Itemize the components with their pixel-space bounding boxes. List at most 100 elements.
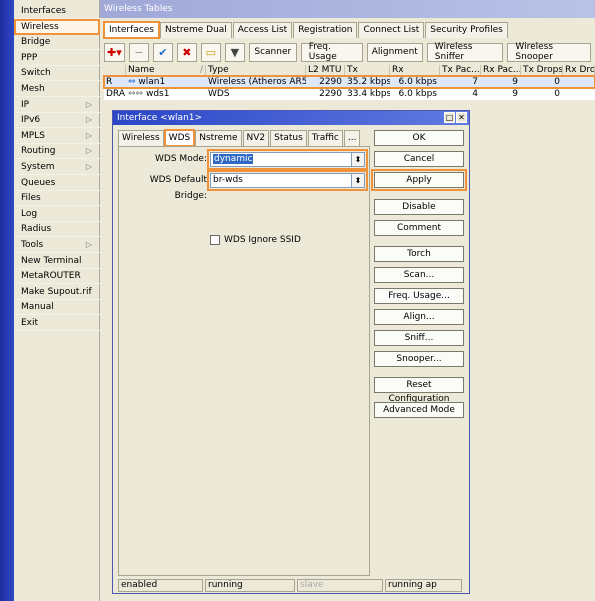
sidebar-item-bridge[interactable]: Bridge: [14, 34, 100, 51]
sidebar-item-radius[interactable]: Radius: [14, 221, 100, 238]
sidebar-item-metarouter[interactable]: MetaROUTER: [14, 268, 100, 285]
row-l2mtu: 2290: [319, 77, 342, 87]
tab-registration[interactable]: Registration: [293, 22, 358, 38]
sidebar-item-tools[interactable]: Tools ▷: [14, 237, 100, 253]
tab-wireless[interactable]: Wireless: [118, 130, 164, 146]
close-icon[interactable]: ✕: [456, 112, 467, 123]
col-rx-packets[interactable]: Rx Pac...: [481, 65, 521, 75]
sidebar-item-label: Queues: [21, 177, 56, 188]
sidebar-item-files[interactable]: Files: [14, 190, 100, 207]
row-type: WDS: [208, 89, 230, 99]
col-rx-drops[interactable]: Rx Drop: [563, 65, 595, 75]
wds-ignore-ssid-checkbox[interactable]: WDS Ignore SSID: [210, 235, 301, 245]
sidebar-item-ipv6[interactable]: IPv6 ▷: [14, 112, 100, 129]
sidebar-item-interfaces[interactable]: Interfaces: [14, 3, 100, 19]
wireless-snooper-button[interactable]: Wireless Snooper: [507, 42, 591, 62]
tab-nstreme-dual[interactable]: Nstreme Dual: [159, 22, 232, 38]
sidebar-item-routing[interactable]: Routing ▷: [14, 143, 100, 160]
tab-access-list[interactable]: Access List: [232, 22, 293, 38]
dropdown-arrow-icon[interactable]: ⬍: [351, 153, 364, 166]
wds-default-bridge-select[interactable]: br-wds ⬍: [207, 170, 368, 191]
table-row[interactable]: R ⇔ wlan1 Wireless (Atheros AR5... 2290 …: [103, 75, 595, 89]
sidebar-item-mpls[interactable]: MPLS ▷: [14, 128, 100, 144]
submenu-arrow-icon: ▷: [85, 130, 92, 140]
freq-usage-button[interactable]: Freq. Usage: [300, 42, 363, 62]
sniff-button[interactable]: Sniff...: [374, 330, 464, 346]
wds-default-bridge-value: br-wds: [213, 175, 243, 185]
row-name-cell: ⇔ wlan1: [126, 76, 206, 88]
align-button[interactable]: Align...: [374, 309, 464, 325]
col-type[interactable]: Type: [206, 65, 306, 75]
sidebar-item-system[interactable]: System ▷: [14, 159, 100, 175]
col-l2mtu[interactable]: L2 MTU: [306, 65, 345, 75]
sidebar-item-ip[interactable]: IP ▷: [14, 97, 100, 113]
enable-icon[interactable]: ✔: [152, 42, 173, 62]
sidebar-item-new-terminal[interactable]: New Terminal: [14, 253, 100, 269]
snooper-button[interactable]: Snooper...: [374, 351, 464, 367]
comment-button[interactable]: Comment: [374, 220, 464, 236]
sidebar-item-log[interactable]: Log: [14, 206, 100, 222]
sidebar-item-ppp[interactable]: PPP: [14, 50, 100, 66]
reset-configuration-button[interactable]: Reset Configuration: [374, 377, 464, 404]
sidebar-item-label: System: [21, 162, 55, 172]
sidebar-item-label: MPLS: [21, 130, 45, 141]
col-flag[interactable]: [104, 65, 126, 75]
tab-connect-list[interactable]: Connect List: [358, 22, 425, 38]
col-tx[interactable]: Tx: [345, 65, 390, 75]
alignment-button[interactable]: Alignment: [366, 42, 423, 62]
sidebar-item-switch[interactable]: Switch: [14, 65, 100, 82]
col-name[interactable]: Name /: [126, 65, 206, 75]
wds-panel: WDS Mode: dynamic ⬍ WDS Default Bridge: …: [118, 146, 370, 576]
filter-icon[interactable]: ▼: [224, 42, 245, 62]
dialog-status-bar: enabled running slave running ap: [118, 579, 464, 592]
scan-button[interactable]: Scan...: [374, 267, 464, 283]
row-flag: R: [106, 77, 113, 87]
window-tabs: Interfaces Nstreme Dual Access List Regi…: [103, 21, 509, 39]
tab-security-profiles[interactable]: Security Profiles: [425, 22, 508, 38]
tab-traffic[interactable]: Traffic: [307, 130, 343, 146]
sidebar-item-label: Interfaces: [21, 6, 66, 16]
row-rx: 6.0 kbps: [398, 77, 437, 87]
table-header: Name / Type L2 MTU Tx Rx Tx Pac... Rx Pac…: [104, 65, 595, 76]
dialog-controls: □ ✕: [443, 112, 467, 123]
sidebar-item-exit[interactable]: Exit: [14, 315, 100, 331]
status-slave: slave: [297, 579, 383, 592]
tab-nv2[interactable]: NV2: [242, 130, 270, 146]
remove-icon[interactable]: −: [128, 42, 149, 62]
sidebar-item-manual[interactable]: Manual: [14, 299, 100, 316]
checkbox-box[interactable]: [210, 235, 220, 245]
disable-button[interactable]: Disable: [374, 199, 464, 215]
sidebar-item-make-supout-rif[interactable]: Make Supout.rif: [14, 284, 100, 300]
wds-interface-icon: ⇔⇔: [128, 89, 144, 99]
sidebar-item-label: MetaROUTER: [21, 271, 81, 282]
col-tx-drops[interactable]: Tx Drops: [521, 65, 563, 75]
torch-button[interactable]: Torch: [374, 246, 464, 262]
restore-icon[interactable]: □: [444, 112, 455, 123]
sidebar-item-queues[interactable]: Queues: [14, 175, 100, 191]
sidebar-item-label: Exit: [21, 318, 39, 328]
comment-icon[interactable]: ▭: [200, 42, 221, 62]
col-tx-packets[interactable]: Tx Pac...: [440, 65, 481, 75]
sidebar-item-mesh[interactable]: Mesh: [14, 81, 100, 97]
tab-status[interactable]: Status: [270, 130, 307, 146]
sidebar-item-wireless[interactable]: Wireless: [14, 18, 100, 35]
advanced-mode-button[interactable]: Advanced Mode: [374, 402, 464, 418]
ok-button[interactable]: OK: [374, 130, 464, 146]
sidebar-item-label: Make Supout.rif: [21, 286, 92, 297]
table-row[interactable]: DRA ⇔⇔ wds1 WDS 2290 33.4 kbps 6.0 kbps …: [104, 88, 595, 100]
tab-wds[interactable]: WDS: [163, 129, 196, 147]
col-rx[interactable]: Rx: [390, 65, 440, 75]
freq-usage-dialog-button[interactable]: Freq. Usage...: [374, 288, 464, 304]
tab-interfaces[interactable]: Interfaces: [103, 21, 160, 39]
apply-button[interactable]: Apply: [371, 169, 467, 191]
add-icon[interactable]: ✚▾: [104, 42, 125, 62]
cancel-button[interactable]: Cancel: [374, 151, 464, 167]
sidebar-item-label: Files: [21, 193, 41, 204]
tab-nstreme[interactable]: Nstreme: [195, 130, 242, 146]
wds-mode-select[interactable]: dynamic ⬍: [207, 149, 368, 170]
scanner-button[interactable]: Scanner: [248, 42, 297, 62]
tab-more[interactable]: ...: [343, 130, 361, 146]
disable-icon[interactable]: ✖: [176, 42, 197, 62]
wireless-sniffer-button[interactable]: Wireless Sniffer: [426, 42, 504, 62]
dropdown-arrow-icon[interactable]: ⬍: [351, 174, 364, 187]
